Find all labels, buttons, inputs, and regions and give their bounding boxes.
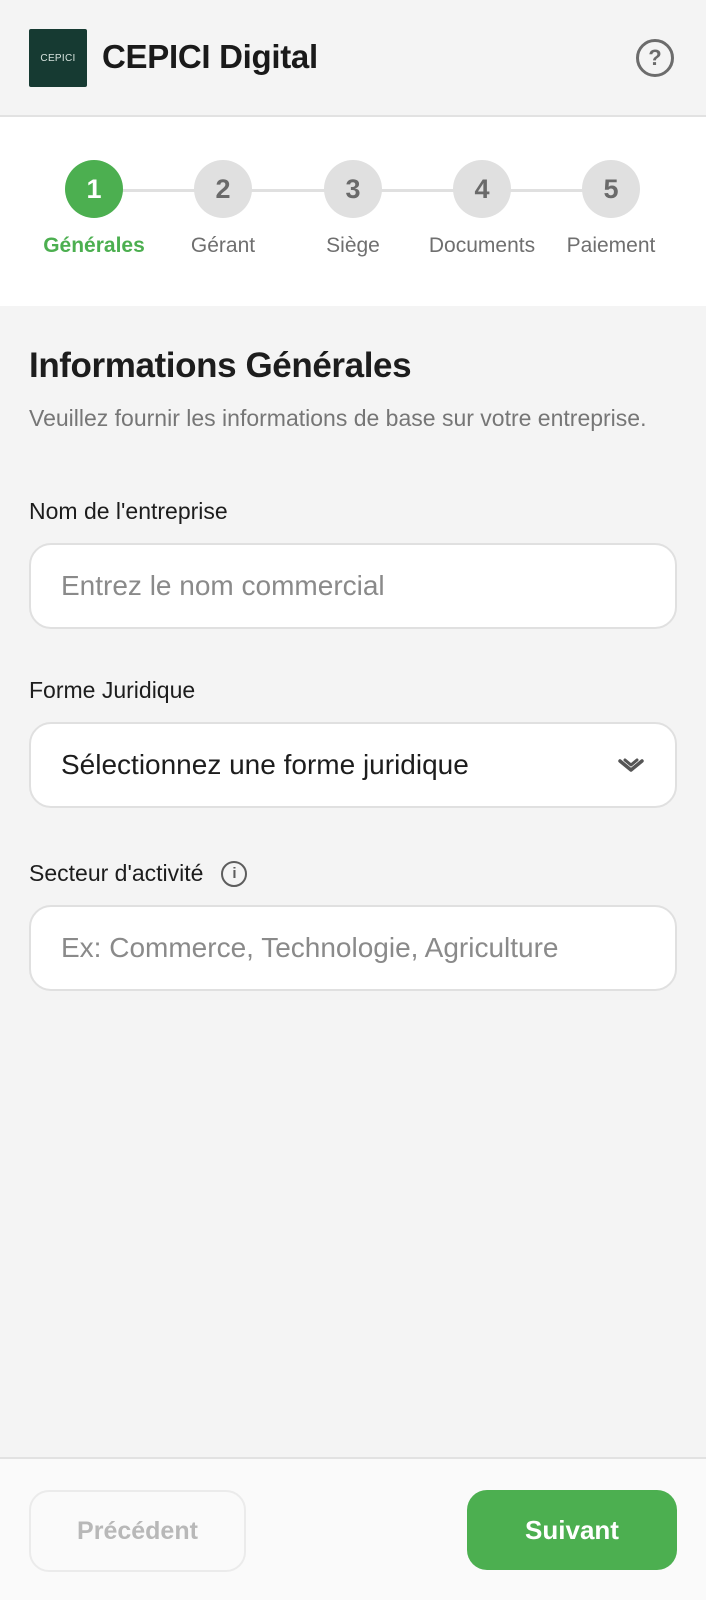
step-number: 1 bbox=[65, 160, 123, 218]
sector-label-text: Secteur d'activité bbox=[29, 860, 204, 886]
step-label: Générales bbox=[43, 234, 145, 257]
step-label: Paiement bbox=[566, 234, 656, 257]
legal-form-label: Forme Juridique bbox=[29, 677, 677, 704]
legal-form-selected-value: Sélectionnez une forme juridique bbox=[61, 749, 469, 780]
progress-stepper: 1 Générales 2 Gérant 3 Siège 4 Documents… bbox=[0, 117, 706, 306]
info-icon[interactable]: i bbox=[221, 860, 248, 887]
form-footer: Précédent Suivant bbox=[0, 1457, 706, 1600]
step-siege[interactable]: 3 Siège bbox=[293, 160, 413, 258]
next-button[interactable]: Suivant bbox=[467, 1490, 677, 1570]
legal-form-label-text: Forme Juridique bbox=[29, 677, 196, 703]
step-number: 5 bbox=[582, 160, 640, 218]
company-name-input[interactable] bbox=[29, 543, 677, 629]
step-label: Documents bbox=[428, 234, 536, 257]
previous-button[interactable]: Précédent bbox=[29, 1490, 246, 1572]
step-number: 4 bbox=[453, 160, 511, 218]
step-label: Siège bbox=[326, 234, 380, 257]
legal-form-select[interactable]: Sélectionnez une forme juridique bbox=[29, 722, 677, 808]
step-generales[interactable]: 1 Générales bbox=[34, 160, 154, 258]
sector-input[interactable] bbox=[29, 905, 677, 991]
step-number: 3 bbox=[324, 160, 382, 218]
step-documents[interactable]: 4 Documents bbox=[422, 160, 542, 258]
form-content: Informations Générales Veuillez fournir … bbox=[29, 306, 677, 991]
step-paiement[interactable]: 5 Paiement bbox=[551, 160, 671, 258]
section-title: Informations Générales bbox=[29, 346, 412, 385]
sector-label: Secteur d'activité i bbox=[29, 860, 677, 887]
step-label: Gérant bbox=[190, 234, 256, 257]
section-description: Veuillez fournir les informations de bas… bbox=[29, 405, 647, 431]
app-header: CEPICI CEPICI Digital ? bbox=[0, 0, 706, 117]
company-name-label-text: Nom de l'entreprise bbox=[29, 498, 228, 524]
chevron-down-icon bbox=[617, 755, 645, 775]
app-root: CEPICI CEPICI Digital ? 1 Générales 2 Gé… bbox=[0, 0, 706, 1600]
chevron-down-svg bbox=[618, 758, 644, 772]
step-gerant[interactable]: 2 Gérant bbox=[163, 160, 283, 258]
logo-text: CEPICI bbox=[40, 52, 76, 64]
step-number: 2 bbox=[194, 160, 252, 218]
info-glyph: i bbox=[232, 865, 237, 882]
company-name-label: Nom de l'entreprise bbox=[29, 498, 677, 525]
cepici-logo: CEPICI bbox=[29, 29, 87, 87]
app-title: CEPICI Digital bbox=[102, 38, 318, 75]
help-icon[interactable]: ? bbox=[636, 39, 674, 77]
help-glyph: ? bbox=[648, 45, 662, 70]
